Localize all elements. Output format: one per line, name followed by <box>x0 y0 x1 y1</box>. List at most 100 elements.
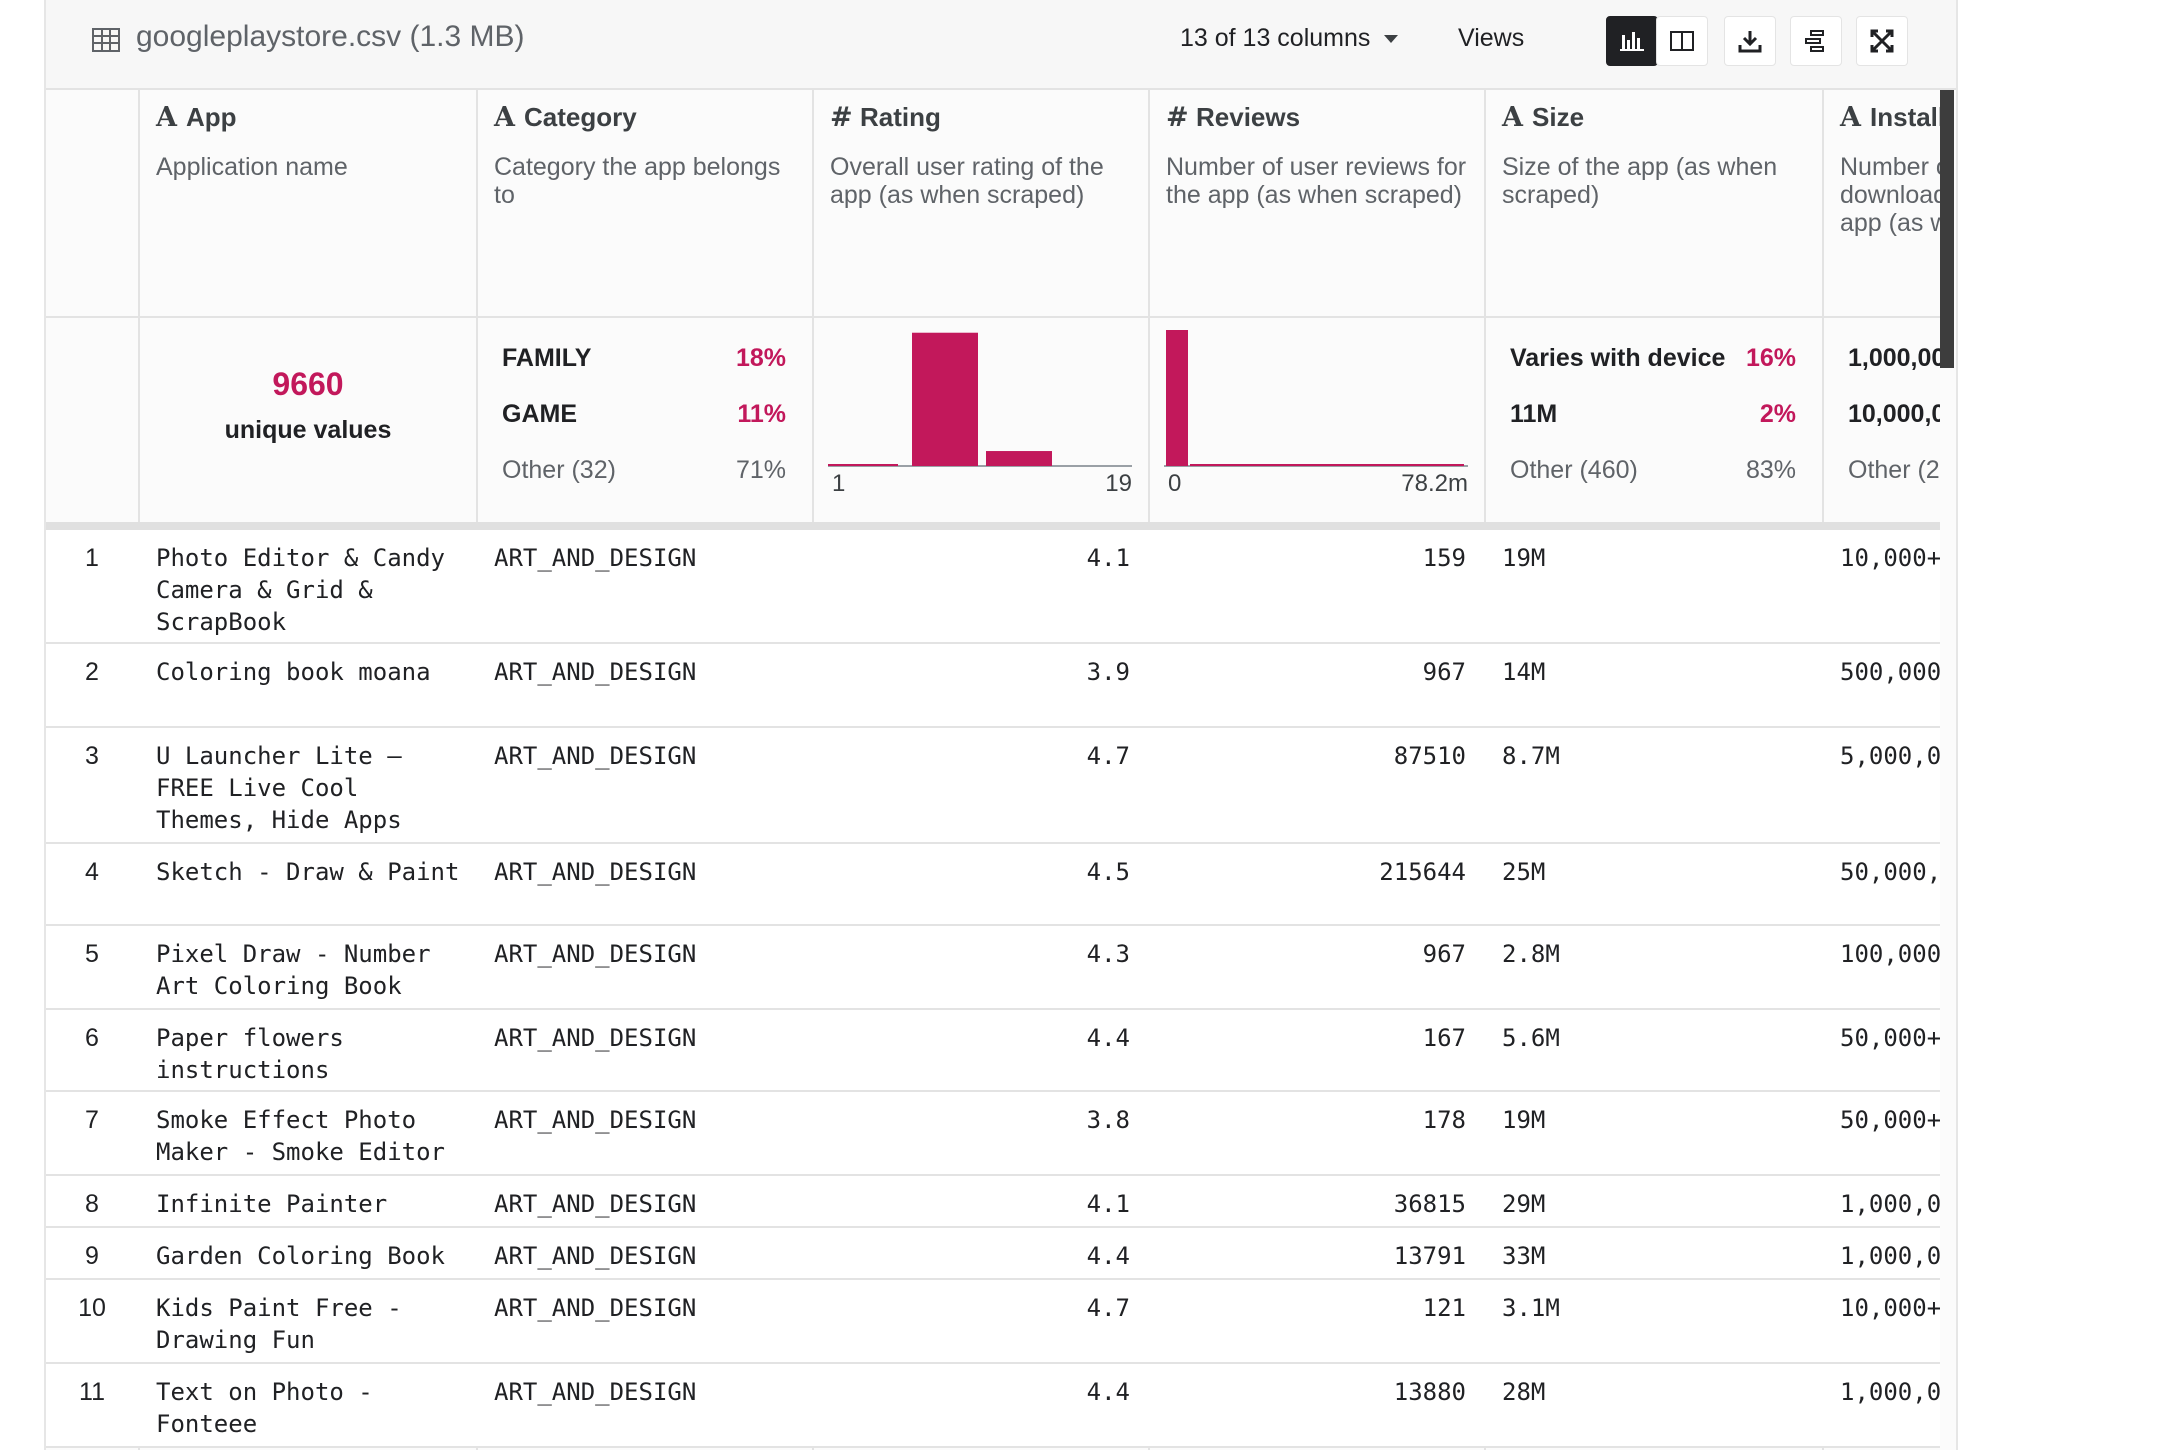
row-index: 2 <box>85 658 99 686</box>
histogram-max-label: 78.2m <box>1401 470 1468 497</box>
cell-app: Kids Paint Free - Drawing Fun <box>156 1294 402 1354</box>
column-header-reviews[interactable]: # Reviews Number of user reviews for the … <box>1150 90 1484 316</box>
columns-dropdown-label: 13 of 13 columns <box>1180 24 1371 52</box>
data-grid: A App Application name A Category Category… <box>46 90 1940 1450</box>
cell-reviews: 967 <box>1422 658 1466 686</box>
top-value-row: 11M 2% <box>1510 400 1796 432</box>
cell-category: ART_AND_DESIGN <box>494 1190 697 1218</box>
cell-app: Coloring book moana <box>156 658 431 686</box>
table-row[interactable]: 6 Paper flowers instructions ART_AND_DESIG… <box>46 1010 1940 1092</box>
histogram-bar[interactable] <box>828 464 898 466</box>
rating-histogram <box>828 332 1132 467</box>
table-row[interactable]: 11 Text on Photo - Fonteee ART_AND_DESIGN 4… <box>46 1364 1940 1448</box>
file-title: googleplaystore.csv (1.3 MB) <box>136 20 525 53</box>
table-row[interactable]: 5 Pixel Draw - Number Art Coloring Book AR… <box>46 926 1940 1010</box>
cell-category: ART_AND_DESIGN <box>494 544 697 572</box>
histogram-bar[interactable] <box>986 451 1052 466</box>
histogram-bar[interactable] <box>1190 464 1464 466</box>
table-row[interactable]: 4 Sketch - Draw & Paint ART_AND_DESIGN 4.5 2… <box>46 844 1940 926</box>
table-row[interactable]: 7 Smoke Effect Photo Maker - Smoke Editor… <box>46 1092 1940 1176</box>
table-row[interactable]: 1 Photo Editor & Candy Camera & Grid & Sc… <box>46 530 1940 644</box>
histogram-max-label: 19 <box>1105 470 1132 497</box>
row-index: 11 <box>79 1378 105 1406</box>
row-index: 5 <box>85 940 99 968</box>
cell-category: ART_AND_DESIGN <box>494 658 697 686</box>
cell-category: ART_AND_DESIGN <box>494 1242 697 1270</box>
table-row[interactable]: 9 Garden Coloring Book ART_AND_DESIGN 4.4 13… <box>46 1228 1940 1280</box>
cell-app: Infinite Painter <box>156 1190 388 1218</box>
cell-app: Garden Coloring Book <box>156 1242 445 1270</box>
compact-view-button[interactable] <box>1790 16 1842 66</box>
unique-label: unique values <box>224 416 392 444</box>
cell-size: 28M <box>1502 1378 1546 1406</box>
column-name: Size <box>1532 102 1585 132</box>
table-grid-icon <box>92 28 120 52</box>
histogram-min-label: 1 <box>832 470 846 497</box>
cell-size: 2.8M <box>1502 940 1560 968</box>
other-values-row: Other (32) 71% <box>502 456 786 488</box>
column-header-installs[interactable]: A Installs Number of user downloads/insta… <box>1824 90 1940 316</box>
text-type-icon: A <box>1502 102 1523 133</box>
column-header-category[interactable]: A Category Category the app belongs to <box>478 90 812 316</box>
cell-category: ART_AND_DESIGN <box>494 1294 697 1322</box>
top-value-label: 10,000,000+ <box>1848 400 1940 428</box>
download-button[interactable] <box>1724 16 1776 66</box>
cell-installs: 50,000+ <box>1840 1024 1940 1052</box>
split-view-button[interactable] <box>1656 16 1708 66</box>
cell-rating: 4.7 <box>1086 742 1130 770</box>
table-row[interactable]: 10 Kids Paint Free - Drawing Fun ART_AND_D… <box>46 1280 1940 1364</box>
other-values-row: Other (460) 83% <box>1510 456 1796 488</box>
stats-rating: 1 19 <box>814 318 1148 522</box>
top-value-percent: 18% <box>735 344 786 372</box>
cell-rating: 4.3 <box>1086 940 1130 968</box>
cell-rating: 3.8 <box>1086 1106 1130 1134</box>
column-description: Number of user reviews for the app (as w… <box>1166 153 1467 209</box>
top-value-percent: 16% <box>1745 344 1796 372</box>
top-value-label: GAME <box>502 400 577 428</box>
cell-size: 3.1M <box>1502 1294 1560 1322</box>
expand-button[interactable] <box>1856 16 1908 66</box>
cell-rating: 3.9 <box>1086 658 1130 686</box>
other-values-percent: 71% <box>735 456 786 484</box>
cell-size: 25M <box>1502 858 1546 886</box>
histogram-bar[interactable] <box>912 332 978 466</box>
row-index: 7 <box>85 1106 99 1134</box>
stats-reviews: 0 78.2m <box>1150 318 1484 522</box>
cell-app: Text on Photo - Fonteee <box>156 1378 373 1438</box>
cell-rating: 4.7 <box>1086 1294 1130 1322</box>
table-row[interactable]: 2 Coloring book moana ART_AND_DESIGN 3.9 967… <box>46 644 1940 728</box>
other-values-label: Other (20) <box>1848 456 1940 484</box>
row-index: 6 <box>85 1024 99 1052</box>
text-type-icon: A <box>156 102 177 133</box>
column-header-app[interactable]: A App Application name <box>140 90 476 316</box>
download-icon <box>1738 31 1762 53</box>
split-panel-icon <box>1670 31 1694 51</box>
stats-app: 9660 unique values <box>140 318 476 522</box>
row-index: 8 <box>85 1190 99 1218</box>
cell-app: Photo Editor & Candy Camera & Grid & Scr… <box>156 544 445 636</box>
column-name: Reviews <box>1196 102 1301 132</box>
columns-dropdown[interactable]: 13 of 13 columns <box>1180 24 1399 53</box>
other-values-row: Other (20) <box>1848 456 1940 488</box>
chart-view-button[interactable] <box>1606 16 1658 66</box>
unique-count: 9660 <box>272 366 344 402</box>
views-label: Views <box>1458 24 1525 52</box>
cell-size: 19M <box>1502 1106 1546 1134</box>
cell-app: Sketch - Draw & Paint <box>156 858 460 886</box>
histogram-bar[interactable] <box>1166 330 1188 466</box>
table-row[interactable]: 3 U Launcher Lite – FREE Live Cool Themes… <box>46 728 1940 844</box>
column-header-size[interactable]: A Size Size of the app (as when scraped) <box>1486 90 1822 316</box>
top-value-percent: 2% <box>1759 400 1796 428</box>
chevron-down-icon <box>1384 35 1399 44</box>
column-description: Number of user downloads/installs for th… <box>1840 153 1940 237</box>
cell-installs: 1,000,000+ <box>1840 1190 1940 1218</box>
stats-size: Varies with device 16% 11M 2% Other (460… <box>1486 318 1822 522</box>
table-row[interactable]: 8 Infinite Painter ART_AND_DESIGN 4.1 36815 2… <box>46 1176 1940 1228</box>
column-header-rating[interactable]: # Rating Overall user rating of the app (… <box>814 90 1148 316</box>
dataset-viewer: googleplaystore.csv (1.3 MB) 13 of 13 co… <box>44 0 1958 1450</box>
cell-installs: 50,000+ <box>1840 1106 1940 1134</box>
column-name: Rating <box>860 102 941 132</box>
cell-reviews: 159 <box>1422 544 1466 572</box>
column-name: App <box>186 102 237 132</box>
horizontal-scrollbar[interactable] <box>1940 90 1954 368</box>
